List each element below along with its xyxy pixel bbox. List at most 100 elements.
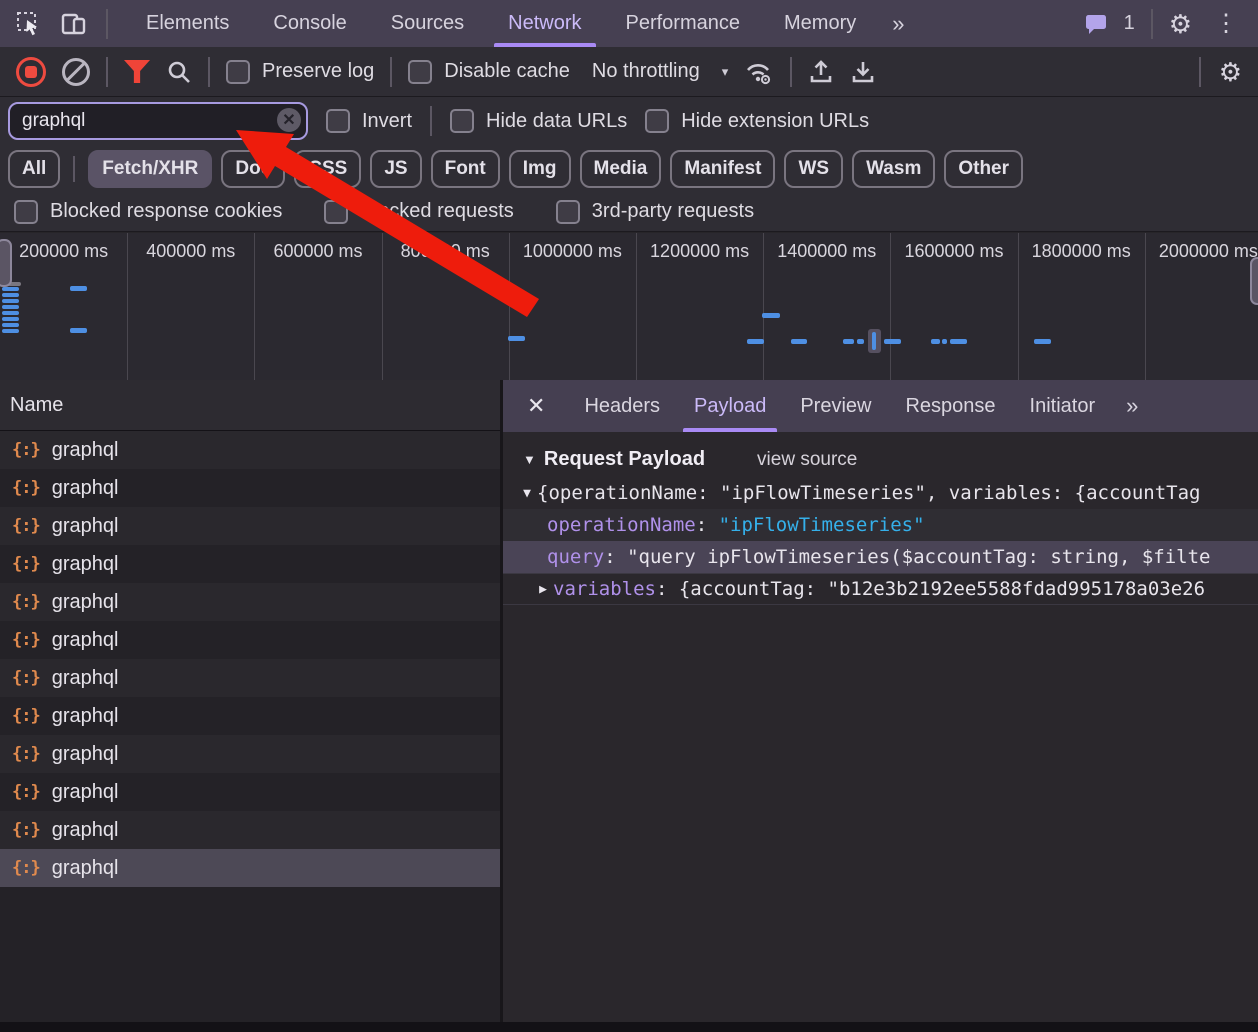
overview-request-bar xyxy=(508,336,525,341)
request-row[interactable]: {:}graphql xyxy=(0,431,500,469)
request-row[interactable]: {:}graphql xyxy=(0,773,500,811)
request-row[interactable]: {:}graphql xyxy=(0,659,500,697)
request-row[interactable]: {:} graphql xyxy=(0,583,500,621)
chip-other[interactable]: Other xyxy=(944,150,1023,188)
detail-more-tabs-icon[interactable]: » xyxy=(1112,393,1154,419)
payload-row[interactable]: operationName: "ipFlowTimeseries" xyxy=(503,509,1258,541)
close-detail-icon[interactable]: ✕ xyxy=(503,393,567,419)
search-icon[interactable] xyxy=(166,59,192,85)
fetch-xhr-icon: {:} xyxy=(12,858,40,878)
expanded-triangle-icon[interactable]: ▼ xyxy=(517,486,537,501)
network-overview-timeline[interactable]: 200000 ms400000 ms600000 ms800000 ms1000… xyxy=(0,233,1258,383)
network-settings-gear-icon[interactable]: ⚙ xyxy=(1219,59,1242,85)
request-row[interactable]: {:}graphql xyxy=(0,735,500,773)
tab-memory[interactable]: Memory xyxy=(762,0,878,47)
filter-text-input[interactable]: graphql ✕ xyxy=(8,102,308,140)
chip-media[interactable]: Media xyxy=(580,150,662,188)
fetch-xhr-icon: {:} xyxy=(12,592,40,612)
detail-tab-payload[interactable]: Payload xyxy=(677,380,783,432)
chip-font[interactable]: Font xyxy=(431,150,500,188)
collapsed-triangle-icon[interactable]: ▶ xyxy=(533,582,553,597)
request-row[interactable]: {:}graphql xyxy=(0,697,500,735)
clear-filter-icon[interactable]: ✕ xyxy=(277,108,301,132)
fetch-xhr-icon: {:} xyxy=(12,516,40,536)
resource-type-chips: All Fetch/XHRDocCSSJS FontImgMediaManifest… xyxy=(0,145,1258,192)
overview-request-bar xyxy=(2,323,19,327)
issues-message-icon[interactable] xyxy=(1084,13,1108,35)
collapse-triangle-icon[interactable]: ▼ xyxy=(523,452,536,467)
blocked-requests-checkbox[interactable] xyxy=(324,200,348,224)
inspect-element-icon[interactable] xyxy=(16,11,42,37)
record-network-log-button[interactable] xyxy=(16,57,46,87)
request-name: graphql xyxy=(52,591,119,614)
chip-js[interactable]: JS xyxy=(370,150,421,188)
filter-icon[interactable] xyxy=(124,60,150,83)
tab-console[interactable]: Console xyxy=(251,0,368,47)
overview-request-bar xyxy=(2,305,19,309)
name-column-header[interactable]: Name xyxy=(0,380,500,431)
detail-tabbar: ✕ HeadersPayloadPreviewResponseInitiator… xyxy=(503,380,1258,432)
payload-segment: operationName xyxy=(547,514,696,536)
toolbar-divider-3 xyxy=(390,57,392,87)
request-row[interactable]: {:}graphql xyxy=(0,621,500,659)
tab-performance[interactable]: Performance xyxy=(604,0,763,47)
detail-tab-preview[interactable]: Preview xyxy=(783,380,888,432)
hide-data-urls-checkbox[interactable] xyxy=(450,109,474,133)
overview-request-bar xyxy=(747,339,764,344)
detail-tab-headers[interactable]: Headers xyxy=(567,380,677,432)
invert-checkbox[interactable] xyxy=(326,109,350,133)
preserve-log-checkbox[interactable] xyxy=(226,60,250,84)
-rd-party-requests-checkbox[interactable] xyxy=(556,200,580,224)
chip-fetchxhr[interactable]: Fetch/XHR xyxy=(88,150,212,188)
invert-control: Invert xyxy=(326,109,412,133)
request-row[interactable]: {:}graphql xyxy=(0,811,500,849)
settings-gear-icon[interactable]: ⚙ xyxy=(1169,11,1192,37)
overview-left-handle[interactable] xyxy=(0,239,12,287)
payload-row[interactable]: ▶variables: {accountTag: "b12e3b2192ee55… xyxy=(503,573,1258,605)
request-row[interactable]: {:}graphql xyxy=(0,545,500,583)
hide-extension-urls-checkbox[interactable] xyxy=(645,109,669,133)
import-har-icon[interactable] xyxy=(808,59,834,85)
disable-cache-checkbox[interactable] xyxy=(408,60,432,84)
clear-network-log-button[interactable] xyxy=(62,58,90,86)
device-toolbar-icon[interactable] xyxy=(60,11,88,37)
overview-request-bar xyxy=(2,311,19,315)
network-conditions-icon[interactable] xyxy=(744,59,774,85)
issues-count[interactable]: 1 xyxy=(1124,12,1135,35)
chip-manifest[interactable]: Manifest xyxy=(670,150,775,188)
chip-all[interactable]: All xyxy=(8,150,60,188)
detail-tab-response[interactable]: Response xyxy=(888,380,1012,432)
chip-wasm[interactable]: Wasm xyxy=(852,150,935,188)
request-row[interactable]: {:}graphql xyxy=(0,507,500,545)
timeline-tick-label: 200000 ms xyxy=(0,241,127,262)
request-row[interactable]: {:}graphql xyxy=(0,469,500,507)
payload-segment: "query ipFlowTimeseries($accountTag: str… xyxy=(627,546,1210,568)
view-source-link[interactable]: view source xyxy=(757,449,857,471)
tab-network[interactable]: Network xyxy=(486,0,603,47)
fetch-xhr-icon: {:} xyxy=(12,668,40,688)
export-har-icon[interactable] xyxy=(850,59,876,85)
network-toolbar: Preserve log Disable cache No throttling… xyxy=(0,47,1258,97)
kebab-menu-icon[interactable]: ⋮ xyxy=(1208,9,1244,38)
chip-ws[interactable]: WS xyxy=(784,150,843,188)
request-row[interactable]: {:}graphql xyxy=(0,849,500,887)
chip-css[interactable]: CSS xyxy=(294,150,361,188)
more-tabs-icon[interactable]: » xyxy=(878,11,920,37)
chip-img[interactable]: Img xyxy=(509,150,571,188)
detail-tab-initiator[interactable]: Initiator xyxy=(1013,380,1113,432)
tabbar-left-icons xyxy=(0,9,124,39)
throttling-dropdown[interactable]: No throttling ▾ xyxy=(592,60,728,83)
overview-right-handle[interactable] xyxy=(1250,257,1258,305)
request-detail-pane: ✕ HeadersPayloadPreviewResponseInitiator… xyxy=(503,380,1258,1022)
preserve-log-label: Preserve log xyxy=(262,60,374,83)
filter-row: graphql ✕ Invert Hide data URLs Hide ext… xyxy=(0,97,1258,145)
tab-elements[interactable]: Elements xyxy=(124,0,251,47)
chip-doc[interactable]: Doc xyxy=(221,150,285,188)
request-name: graphql xyxy=(52,477,119,500)
fetch-xhr-icon: {:} xyxy=(12,706,40,726)
payload-row[interactable]: query: "query ipFlowTimeseries($accountT… xyxy=(503,541,1258,573)
tab-sources[interactable]: Sources xyxy=(369,0,486,47)
payload-panel: ▼ Request Payload view source ▼{operatio… xyxy=(503,432,1258,605)
blocked-response-cookies-checkbox[interactable] xyxy=(14,200,38,224)
payload-row[interactable]: ▼{operationName: "ipFlowTimeseries", var… xyxy=(503,477,1258,509)
